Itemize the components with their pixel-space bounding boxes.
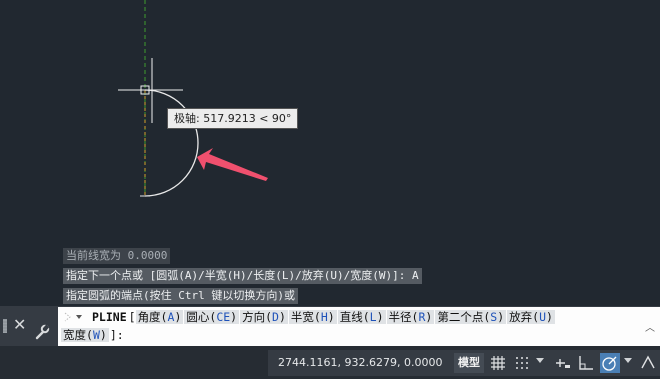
option-close: ) — [497, 310, 505, 324]
cursor-coordinates[interactable]: 2744.1161, 932.6279, 0.0000 — [278, 350, 442, 376]
option-direction[interactable]: 方向(D) — [240, 310, 288, 324]
option-label: 方向( — [242, 310, 273, 324]
option-key: D — [272, 310, 279, 324]
drag-handle-icon[interactable] — [3, 319, 7, 333]
option-angle[interactable]: 角度(A) — [135, 310, 184, 324]
model-space-button[interactable]: 模型 — [454, 353, 484, 373]
option-undo[interactable]: 放弃(U) — [507, 310, 555, 324]
option-close: ) — [425, 310, 433, 324]
arc-preview — [144, 89, 199, 197]
command-line-bar: ✕ PLINE[角度(A) 圆心(CE) 方向(D) 半宽(H) 直线(L) 半径(R) 第… — [0, 306, 660, 346]
snap-dots-icon[interactable] — [512, 353, 532, 373]
option-close: ) — [327, 310, 335, 324]
polar-tooltip-label: 极轴: — [174, 112, 200, 125]
command-input[interactable]: PLINE[角度(A) 圆心(CE) 方向(D) 半宽(H) 直线(L) 半径(R) 第二个… — [58, 307, 660, 346]
option-halfwidth[interactable]: 半宽(H) — [288, 310, 337, 324]
option-key: W — [92, 328, 100, 342]
close-icon[interactable]: ✕ — [13, 315, 26, 335]
option-close: ) — [546, 310, 553, 324]
option-close: ) — [278, 310, 286, 324]
option-key: L — [369, 310, 377, 324]
option-label: 宽度( — [63, 328, 93, 342]
option-second-point[interactable]: 第二个点(S) — [435, 310, 507, 324]
options-open-bracket: [ — [128, 310, 136, 324]
option-label: 半宽( — [290, 310, 321, 324]
polar-tracking-icon[interactable] — [600, 353, 620, 373]
option-key: CE — [216, 310, 231, 324]
drawing-canvas[interactable]: 极轴: 517.9213 < 90° 当前线宽为 0.0000 指定下一个点或 … — [0, 0, 660, 310]
isodraft-icon[interactable] — [638, 353, 658, 373]
option-label: 第二个点( — [437, 310, 491, 324]
option-label: 半径( — [388, 310, 419, 324]
option-center[interactable]: 圆心(CE) — [184, 310, 240, 324]
option-close: ) — [99, 328, 107, 342]
option-label: 圆心( — [186, 310, 217, 324]
status-bar: 2744.1161, 932.6279, 0.0000 模型 — [0, 346, 660, 379]
option-close: ) — [174, 310, 182, 324]
status-bar-left — [0, 350, 268, 376]
option-line[interactable]: 直线(L) — [337, 310, 386, 324]
option-radius[interactable]: 半径(R) — [386, 310, 435, 324]
options-tail: ]: — [109, 328, 124, 342]
option-width[interactable]: 宽度(W) — [61, 328, 109, 342]
red-arrow-annotation — [197, 148, 268, 181]
option-close: ) — [376, 310, 384, 324]
wrench-icon[interactable] — [34, 324, 50, 344]
snap-dropdown-icon[interactable] — [536, 358, 544, 363]
command-prompt-line-2: 宽度(W)]: — [61, 327, 124, 343]
command-history-line-3: 指定圆弧的端点(按住 Ctrl 键以切换方向)或 — [63, 288, 298, 304]
polar-tooltip-value: 517.9213 < 90° — [203, 112, 292, 125]
polar-dropdown-icon[interactable] — [624, 358, 632, 363]
command-prompt-icon[interactable] — [62, 310, 90, 324]
status-bar-body: 2744.1161, 932.6279, 0.0000 模型 — [268, 350, 660, 376]
option-key: H — [320, 310, 328, 324]
option-label: 放弃( — [509, 310, 540, 324]
polar-tooltip: 极轴: 517.9213 < 90° — [167, 108, 299, 129]
command-line-tools: ✕ — [0, 306, 58, 346]
command-name: PLINE — [92, 310, 127, 324]
option-label: 角度( — [137, 310, 168, 324]
ortho-icon[interactable] — [576, 353, 596, 373]
chevron-up-icon[interactable]: ︿ — [645, 319, 655, 334]
command-history-line-2: 指定下一个点或 [圆弧(A)/半宽(H)/长度(L)/放弃(U)/宽度(W)]:… — [63, 268, 422, 284]
dynamic-input-icon[interactable] — [552, 353, 572, 373]
command-prompt-line-1: PLINE[角度(A) 圆心(CE) 方向(D) 半宽(H) 直线(L) 半径(R) 第二个… — [92, 309, 556, 325]
option-key: U — [539, 310, 547, 324]
command-history-line-1: 当前线宽为 0.0000 — [63, 248, 171, 264]
option-close: ) — [230, 310, 238, 324]
grid-icon[interactable] — [488, 353, 508, 373]
option-label: 直线( — [339, 310, 370, 324]
